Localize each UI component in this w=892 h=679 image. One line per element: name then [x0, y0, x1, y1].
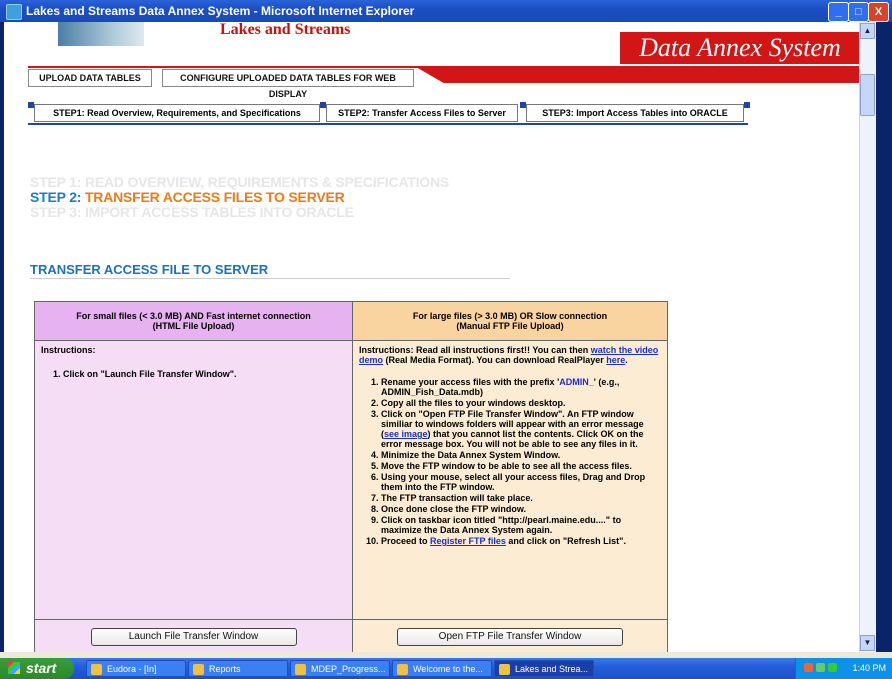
step2-title: TRANSFER ACCESS FILES TO SERVER	[84, 189, 345, 205]
step3-heading[interactable]: STEP 3: IMPORT ACCESS TABLES INTO ORACLE	[30, 204, 354, 220]
step-tab-3[interactable]: STEP3: Import Access Tables into ORACLE	[526, 104, 744, 122]
signal-icon[interactable]	[828, 663, 837, 672]
windows-taskbar: start Eudora - [In] Reports MDEP_Progres…	[0, 658, 892, 679]
tab-configure-uploaded-tables[interactable]: CONFIGURE UPLOADED DATA TABLES FOR WEB D…	[162, 69, 414, 99]
ftp-intro-text: Instructions: Read all instructions firs…	[359, 345, 591, 355]
large-files-instructions: Instructions: Read all instructions firs…	[352, 340, 668, 620]
ftp-intro-text-2: (Real Media Format). You can download Re…	[383, 355, 607, 365]
ftp-button-cell: Open FTP File Transfer Window	[352, 619, 668, 652]
small-files-header-line2: (HTML File Upload)	[152, 321, 235, 331]
ftp-intro-end: .	[625, 355, 628, 365]
small-files-header-line1: For small files (< 3.0 MB) AND Fast inte…	[76, 311, 311, 321]
ftp-step: Once done close the FTP window.	[381, 504, 661, 514]
close-button[interactable]: X	[868, 2, 889, 22]
section-underline	[30, 278, 510, 279]
large-files-header: For large files (> 3.0 MB) OR Slow conne…	[352, 301, 668, 341]
ie-icon	[499, 664, 510, 675]
ie-app-icon	[6, 4, 22, 20]
ftp-step: Click on "Open FTP File Transfer Window"…	[381, 409, 661, 449]
document-icon	[295, 664, 306, 675]
taskbar-item-label: Welcome to the...	[413, 664, 483, 674]
scroll-down-arrow-icon[interactable]: ▼	[860, 635, 875, 651]
lakes-streams-logo: Lakes and Streams	[220, 22, 351, 38]
taskbar-item-label: Eudora - [In]	[107, 664, 157, 674]
admin-prefix: ADMIN_	[559, 377, 594, 387]
ftp-step: Copy all the files to your windows deskt…	[381, 398, 661, 408]
start-label: start	[26, 660, 57, 676]
folder-icon	[193, 664, 204, 675]
ftp-step-text: and click on "Refresh List".	[505, 536, 626, 546]
step2-prefix: STEP 2:	[30, 189, 85, 205]
large-files-header-line2: (Manual FTP File Upload)	[456, 321, 564, 331]
clock[interactable]: 1:40 PM	[852, 658, 886, 679]
ftp-step: Minimize the Data Annex System Window.	[381, 450, 661, 460]
minimize-button[interactable]: _	[828, 2, 849, 22]
ftp-intro: Instructions: Read all instructions firs…	[359, 345, 661, 365]
ftp-steps-list: Rename your access files with the prefix…	[359, 377, 661, 546]
start-button[interactable]: start	[0, 658, 74, 679]
system-tray: 1:40 PM	[795, 658, 892, 679]
step-tab-2[interactable]: STEP2: Transfer Access Files to Server	[326, 104, 518, 122]
ftp-step: Using your mouse, select all your access…	[381, 472, 661, 492]
taskbar-item-lakes-streams[interactable]: Lakes and Strea...	[494, 660, 594, 677]
scroll-thumb[interactable]	[860, 74, 875, 116]
network-icon[interactable]	[816, 663, 825, 672]
step-tabs-divider	[28, 123, 748, 125]
ftp-step: Click on taskbar icon titled "http://pea…	[381, 515, 661, 535]
step-tab-marker	[744, 102, 750, 108]
ftp-step: Proceed to Register FTP files and click …	[381, 536, 661, 546]
tab-upload-data-tables[interactable]: UPLOAD DATA TABLES	[28, 69, 152, 87]
window-titlebar: Lakes and Streams Data Annex System - Mi…	[0, 0, 892, 22]
launch-button-cell: Launch File Transfer Window	[34, 619, 353, 652]
large-files-header-line1: For large files (> 3.0 MB) OR Slow conne…	[412, 311, 608, 321]
tab-bar-red-shape	[416, 67, 876, 83]
maximize-button[interactable]: □	[848, 2, 869, 22]
ie-icon	[397, 664, 408, 675]
ftp-step: Move the FTP window to be able to see al…	[381, 461, 661, 471]
step1-heading[interactable]: STEP 1: READ OVERVIEW, REQUIREMENTS & SP…	[30, 174, 449, 190]
see-image-link[interactable]: see image	[384, 429, 428, 439]
launch-file-transfer-button[interactable]: Launch File Transfer Window	[90, 628, 297, 646]
taskbar-item-label: Reports	[209, 664, 241, 674]
vertical-scrollbar[interactable]: ▲ ▼	[859, 22, 876, 652]
small-files-header: For small files (< 3.0 MB) AND Fast inte…	[34, 301, 353, 341]
browser-viewport: Lakes and Streams Data Annex System UPLO…	[4, 22, 876, 652]
data-annex-banner: Data Annex System	[620, 32, 860, 64]
section-title: TRANSFER ACCESS FILE TO SERVER	[30, 262, 269, 277]
header-photo	[58, 22, 144, 46]
taskbar-item-eudora[interactable]: Eudora - [In]	[86, 660, 186, 677]
header-divider	[28, 66, 876, 68]
ftp-step-text: Proceed to	[381, 536, 431, 546]
tray-icon[interactable]	[804, 663, 813, 672]
ftp-step: The FTP transaction will take place.	[381, 493, 661, 503]
realplayer-here-link[interactable]: here	[606, 355, 625, 365]
upload-options-table: For small files (< 3.0 MB) AND Fast inte…	[34, 301, 668, 652]
web-page: Lakes and Streams Data Annex System UPLO…	[4, 22, 876, 652]
register-ftp-files-link[interactable]: Register FTP files	[430, 536, 506, 546]
taskbar-item-label: Lakes and Strea...	[515, 664, 589, 674]
open-ftp-transfer-button[interactable]: Open FTP File Transfer Window	[397, 628, 623, 646]
left-step-1: 1. Click on "Launch File Transfer Window…	[53, 369, 237, 379]
ftp-step: Rename your access files with the prefix…	[381, 377, 661, 397]
eudora-icon	[91, 664, 102, 675]
ftp-step-text: Rename your access files with the prefix…	[381, 377, 560, 387]
instructions-label: Instructions:	[41, 345, 96, 355]
taskbar-item-mdep[interactable]: MDEP_Progress...	[290, 660, 390, 677]
step-tab-1[interactable]: STEP1: Read Overview, Requirements, and …	[34, 104, 320, 122]
taskbar-item-reports[interactable]: Reports	[188, 660, 288, 677]
small-files-instructions: Instructions: 1. Click on "Launch File T…	[34, 340, 353, 620]
window-title: Lakes and Streams Data Annex System - Mi…	[26, 4, 415, 18]
scroll-up-arrow-icon[interactable]: ▲	[860, 23, 875, 39]
step2-heading: STEP 2: TRANSFER ACCESS FILES TO SERVER	[30, 189, 345, 205]
windows-flag-icon	[8, 662, 20, 674]
taskbar-item-label: MDEP_Progress...	[311, 664, 386, 674]
taskbar-item-welcome[interactable]: Welcome to the...	[392, 660, 492, 677]
